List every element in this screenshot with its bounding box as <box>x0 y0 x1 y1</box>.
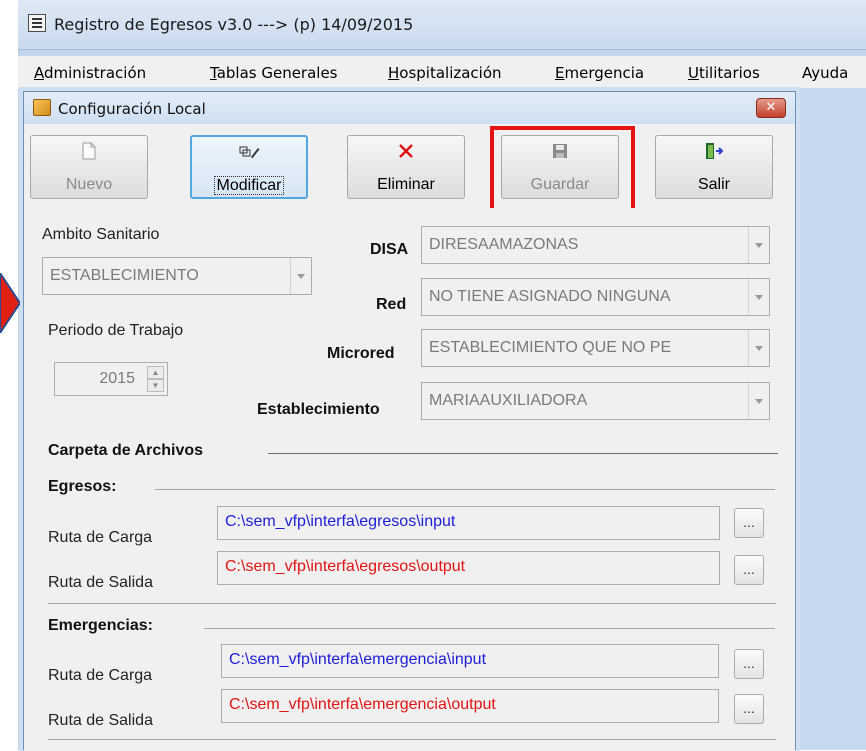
app-titlebar: Registro de Egresos v3.0 ---> (p) 14/09/… <box>18 0 866 50</box>
egresos-salida-field[interactable]: C:\sem_vfp\interfa\egresos\output <box>217 551 720 585</box>
chevron-down-icon[interactable] <box>748 383 769 419</box>
nuevo-button[interactable]: Nuevo <box>30 135 148 199</box>
modificar-label: Modificar <box>213 176 285 195</box>
emergencias-carga-label: Ruta de Carga <box>48 667 153 684</box>
emergencias-label: Emergencias: <box>48 617 153 634</box>
close-button[interactable]: ✕ <box>756 98 786 118</box>
menu-emergencia[interactable]: Emergencia <box>555 64 644 82</box>
ambito-label: Ambito Sanitario <box>42 226 160 243</box>
emergencias-carga-browse-button[interactable]: ... <box>734 649 764 679</box>
emergencias-salida-value: C:\sem_vfp\interfa\emergencia\output <box>229 696 496 713</box>
periodo-spinner[interactable]: 2015 ▲ ▼ <box>54 362 168 396</box>
establecimiento-value: MARIAAUXILIADORA <box>429 392 588 409</box>
establecimiento-label: Establecimiento <box>257 401 380 418</box>
dialog-titlebar: Configuración Local ✕ <box>24 92 795 124</box>
mdi-background <box>794 88 866 750</box>
emergencias-salida-field[interactable]: C:\sem_vfp\interfa\emergencia\output <box>221 689 719 723</box>
disa-combo[interactable]: DIRESAAMAZONAS <box>421 226 770 264</box>
egresos-carga-label: Ruta de Carga <box>48 529 153 546</box>
emergencias-carga-value: C:\sem_vfp\interfa\emergencia\input <box>229 651 487 668</box>
new-document-icon <box>31 142 147 164</box>
dialog-content: Ambito Sanitario ESTABLECIMIENTO Periodo… <box>24 208 795 751</box>
periodo-label: Periodo de Trabajo <box>48 322 184 339</box>
ambito-combo[interactable]: ESTABLECIMIENTO <box>42 257 312 295</box>
ambito-value: ESTABLECIMIENTO <box>50 267 199 284</box>
salir-button[interactable]: Salir <box>655 135 773 199</box>
dialog-icon <box>33 99 51 116</box>
emergencias-bottom-divider <box>48 739 776 740</box>
egresos-carga-value: C:\sem_vfp\interfa\egresos\input <box>225 513 456 530</box>
spin-up-icon[interactable]: ▲ <box>147 366 164 379</box>
menu-hospitalizacion[interactable]: Hospitalización <box>388 64 502 82</box>
configuracion-local-dialog: Configuración Local ✕ Nuevo Modificar El… <box>23 91 796 751</box>
egresos-divider <box>155 489 775 490</box>
emergencias-divider <box>204 628 775 629</box>
egresos-salida-label: Ruta de Salida <box>48 574 153 591</box>
chevron-down-icon[interactable] <box>748 330 769 366</box>
edit-icon <box>192 143 306 165</box>
dialog-toolbar: Nuevo Modificar Eliminar Guardar Salir <box>24 124 795 229</box>
egresos-salida-value: C:\sem_vfp\interfa\egresos\output <box>225 558 466 575</box>
menu-utilitarios[interactable]: Utilitarios <box>688 64 760 82</box>
menu-ayuda[interactable]: Ayuda <box>802 64 848 82</box>
menu-bar: Administración Tablas Generales Hospital… <box>18 56 866 88</box>
carpeta-divider <box>268 453 778 454</box>
chevron-down-icon[interactable] <box>748 279 769 315</box>
app-icon <box>28 14 46 32</box>
egresos-carga-field[interactable]: C:\sem_vfp\interfa\egresos\input <box>217 506 720 540</box>
microred-combo[interactable]: ESTABLECIMIENTO QUE NO PE <box>421 329 770 367</box>
exit-door-icon <box>656 142 772 164</box>
menu-administracion[interactable]: Administración <box>34 64 146 82</box>
modificar-button[interactable]: Modificar <box>190 135 308 199</box>
chevron-down-icon[interactable] <box>748 227 769 263</box>
microred-value: ESTABLECIMIENTO QUE NO PE <box>429 339 672 356</box>
egresos-salida-browse-button[interactable]: ... <box>734 555 764 585</box>
dialog-title: Configuración Local <box>58 100 206 118</box>
app-title: Registro de Egresos v3.0 ---> (p) 14/09/… <box>54 15 414 34</box>
periodo-value: 2015 <box>99 370 135 387</box>
chevron-down-icon[interactable] <box>290 258 311 294</box>
emergencias-carga-field[interactable]: C:\sem_vfp\interfa\emergencia\input <box>221 644 719 678</box>
disa-label: DISA <box>370 241 409 258</box>
disa-value: DIRESAAMAZONAS <box>429 236 579 253</box>
menu-tablas-generales[interactable]: Tablas Generales <box>210 64 338 82</box>
egresos-bottom-divider <box>48 603 776 604</box>
delete-x-icon <box>348 142 464 164</box>
eliminar-button[interactable]: Eliminar <box>347 135 465 199</box>
red-combo[interactable]: NO TIENE ASIGNADO NINGUNA <box>421 278 770 316</box>
establecimiento-combo[interactable]: MARIAAUXILIADORA <box>421 382 770 420</box>
red-value: NO TIENE ASIGNADO NINGUNA <box>429 288 671 305</box>
red-label: Red <box>376 296 407 313</box>
pointer-arrow-icon <box>0 271 22 335</box>
carpeta-label: Carpeta de Archivos <box>48 442 204 459</box>
egresos-carga-browse-button[interactable]: ... <box>734 508 764 538</box>
spin-down-icon[interactable]: ▼ <box>147 379 164 392</box>
microred-label: Microred <box>327 345 395 362</box>
emergencias-salida-label: Ruta de Salida <box>48 712 153 729</box>
egresos-label: Egresos: <box>48 478 117 495</box>
emergencias-salida-browse-button[interactable]: ... <box>734 694 764 724</box>
